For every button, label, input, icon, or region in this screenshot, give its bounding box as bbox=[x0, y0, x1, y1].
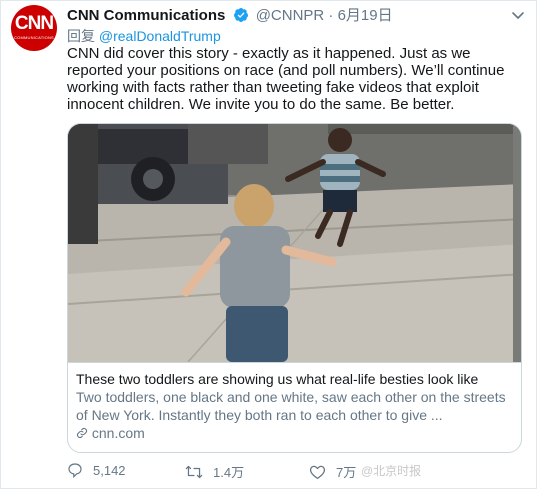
chevron-down-icon[interactable] bbox=[510, 7, 526, 28]
reply-mention-link[interactable]: @realDonaldTrump bbox=[99, 28, 221, 44]
watermark: @北京时报 bbox=[361, 464, 422, 478]
card-text: These two toddlers are showing us what r… bbox=[68, 362, 521, 452]
retweet-icon bbox=[185, 465, 203, 478]
avatar-logo-text: CNN bbox=[14, 13, 54, 34]
card-description: Two toddlers, one black and one white, s… bbox=[76, 389, 506, 423]
avatar[interactable]: CNN COMMUNICATIONS bbox=[11, 5, 57, 51]
card-link-domain: cnn.com bbox=[91, 425, 145, 441]
like-count: 7万 bbox=[336, 465, 357, 480]
retweet-button[interactable]: 1.4万 bbox=[185, 462, 244, 481]
card-link[interactable]: cnn.com bbox=[76, 425, 515, 442]
reply-context: 回复 @realDonaldTrump bbox=[67, 27, 221, 45]
author-handle[interactable]: @CNNPR bbox=[256, 7, 325, 24]
tweet-header: CNN Communications @CNNPR · 6月19日 bbox=[67, 7, 393, 28]
tweet-actions: 5,142 1.4万 7万 bbox=[67, 462, 527, 482]
retweet-count: 1.4万 bbox=[213, 465, 245, 480]
reply-count: 5,142 bbox=[93, 462, 126, 478]
card-image bbox=[68, 124, 521, 362]
tweet-text: CNN did cover this story - exactly as it… bbox=[67, 45, 505, 113]
avatar-logo-subtext: COMMUNICATIONS bbox=[14, 35, 54, 40]
author-name[interactable]: CNN Communications bbox=[67, 7, 225, 24]
tweet-date[interactable]: 6月19日 bbox=[338, 7, 393, 24]
header-separator: · bbox=[328, 7, 334, 24]
reply-prefix: 回复 bbox=[67, 28, 95, 44]
reply-button[interactable]: 5,142 bbox=[67, 462, 126, 478]
card-title[interactable]: These two toddlers are showing us what r… bbox=[76, 371, 515, 388]
link-icon bbox=[76, 425, 92, 441]
like-button[interactable]: 7万 bbox=[309, 462, 356, 481]
tweet: CNN COMMUNICATIONS CNN Communications @C… bbox=[0, 0, 537, 489]
reply-icon bbox=[68, 463, 82, 478]
heart-icon bbox=[309, 465, 326, 479]
verified-badge-icon bbox=[233, 7, 249, 28]
link-card[interactable]: These two toddlers are showing us what r… bbox=[67, 123, 522, 453]
